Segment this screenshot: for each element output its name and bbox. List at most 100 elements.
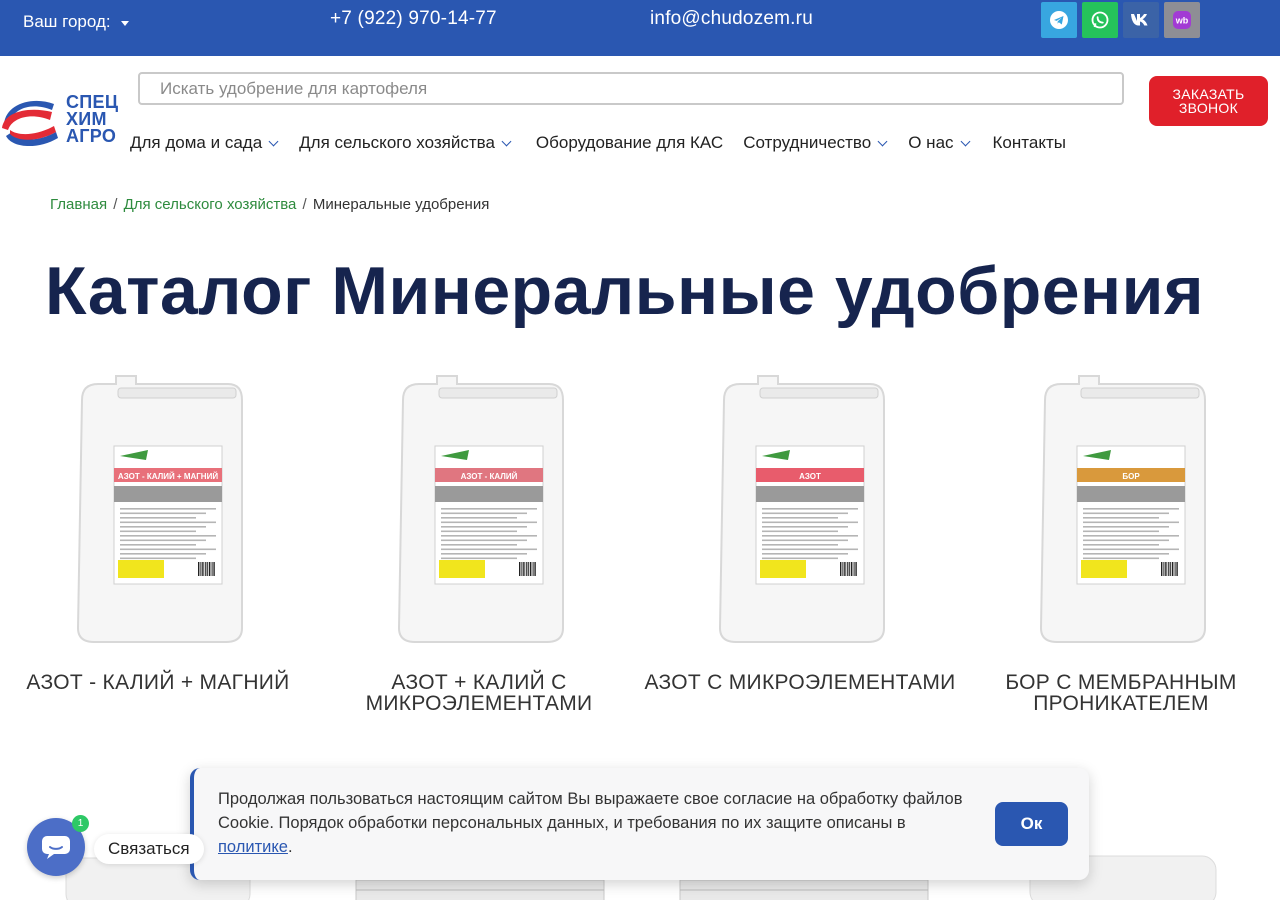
label-barcode-bar (856, 562, 857, 576)
chevron-down-icon (960, 136, 970, 146)
breadcrumb-section[interactable]: Для сельского хозяйства (124, 196, 297, 213)
label-title: АЗОТ (799, 472, 821, 481)
label-text-line (441, 517, 517, 519)
chat-badge: 1 (72, 815, 89, 832)
label-barcode-bar (526, 562, 528, 576)
product-name: БОР С МЕМБРАННЫМ ПРОНИКАТЕЛЕМ (1005, 671, 1237, 715)
label-text-line (762, 521, 858, 524)
nav-item-home-garden[interactable]: Для дома и сада (130, 133, 279, 153)
label-text-line (120, 508, 216, 510)
product-image: АЗОТ (700, 370, 900, 650)
vk-icon[interactable] (1123, 2, 1159, 38)
nav-item-about[interactable]: О нас (908, 133, 970, 153)
nav-item-agriculture[interactable]: Для сельского хозяйства (299, 133, 512, 153)
canister-image: БОР (1039, 375, 1206, 643)
label-text-line (1083, 508, 1179, 510)
label-text-line (762, 548, 858, 551)
logo-line: АГРО (66, 126, 117, 146)
label-barcode-bar (531, 562, 533, 576)
chevron-down-icon (268, 136, 279, 146)
whatsapp-icon[interactable] (1082, 2, 1118, 38)
label-text-line (120, 557, 196, 560)
label-barcode-bar (1164, 562, 1166, 576)
label-barcode-bar (843, 562, 845, 576)
chat-label[interactable]: Связаться (94, 834, 204, 864)
breadcrumb-home[interactable]: Главная (50, 196, 107, 213)
label-text-line (1083, 530, 1159, 533)
canister-image: АЗОТ - КАЛИЙ (397, 375, 564, 643)
label-text-line (441, 521, 537, 524)
label-barcode-bar (203, 562, 205, 576)
phone-link[interactable]: +7 (922) 970-14-77 (330, 8, 497, 30)
order-call-line: ЗАКАЗАТЬ (1172, 86, 1245, 102)
nav-item-kas-equipment[interactable]: Оборудование для КАС (536, 133, 723, 153)
label-barcode-bar (528, 562, 529, 576)
label-text-line (441, 557, 517, 560)
product-card[interactable]: АЗОТ АЗОТ С МИКРОЭЛЕМЕНТАМИ (640, 370, 960, 720)
label-barcode-bar (852, 562, 854, 576)
product-name: АЗОТ + КАЛИЙ С МИКРОЭЛЕМЕНТАМИ (365, 671, 593, 715)
label-barcode-bar (1168, 562, 1170, 576)
label-text-line (1083, 512, 1169, 515)
svg-text:wb: wb (1175, 16, 1189, 26)
label-warning (439, 560, 485, 578)
label-text-line (441, 530, 517, 533)
label-text-line (762, 539, 848, 542)
label-text-line (441, 553, 527, 555)
canister-handle (438, 387, 558, 399)
label-title: АЗОТ - КАЛИЙ + МАГНИЙ (118, 472, 218, 481)
main-nav: Для дома и сада Для сельского хозяйства … (130, 133, 1066, 153)
order-call-button[interactable]: ЗАКАЗАТЬ ЗВОНОК (1149, 76, 1268, 126)
label-text-line (762, 544, 838, 546)
canister-handle (1080, 387, 1200, 399)
telegram-icon[interactable] (1041, 2, 1077, 38)
chat-bubble-icon (42, 836, 70, 859)
wildberries-icon[interactable]: wb (1164, 2, 1200, 38)
label-barcode-bar (850, 562, 852, 576)
label-barcode-bar (205, 562, 207, 576)
canister-handle (759, 387, 879, 399)
label-text-line (762, 557, 838, 560)
label-title: БОР (1122, 472, 1140, 481)
label-text-line (120, 535, 216, 537)
label-text-line (762, 526, 848, 528)
product-card[interactable]: АЗОТ - КАЛИЙ + МАГНИЙ АЗОТ - КАЛИЙ + МАГ… (0, 370, 318, 720)
label-barcode-bar (207, 562, 208, 576)
canister-handle (117, 387, 237, 399)
label-barcode-bar (840, 562, 842, 576)
label-barcode-bar (522, 562, 524, 576)
nav-label: Сотрудничество (743, 133, 872, 152)
label-text-line (1083, 535, 1179, 537)
cookie-policy-link[interactable]: политике (218, 838, 288, 856)
nav-item-cooperation[interactable]: Сотрудничество (743, 133, 888, 153)
product-name: АЗОТ - КАЛИЙ + МАГНИЙ (26, 671, 290, 694)
product-card[interactable]: БОР БОР С МЕМБРАННЫМ ПРОНИКАТЕЛЕМ (961, 370, 1280, 720)
label-barcode-bar (535, 562, 536, 576)
label-text-line (1083, 521, 1179, 524)
label-text-line (120, 553, 206, 555)
breadcrumb-separator: / (113, 196, 118, 213)
canister-image: АЗОТ (718, 375, 885, 643)
product-image: АЗОТ - КАЛИЙ (379, 370, 579, 650)
label-band (435, 486, 543, 502)
label-text-line (1083, 557, 1159, 560)
label-barcode-bar (1166, 562, 1168, 576)
label-barcode-bar (524, 562, 526, 576)
label-barcode-bar (845, 562, 847, 576)
email-link[interactable]: info@chudozem.ru (650, 8, 813, 30)
label-text-line (441, 508, 537, 510)
city-selector[interactable]: Ваш город: (23, 12, 129, 32)
nav-item-contacts[interactable]: Контакты (993, 133, 1066, 153)
cookie-ok-button[interactable]: Ок (995, 802, 1068, 846)
label-text-line (441, 544, 517, 546)
label-text-line (441, 512, 527, 515)
breadcrumb-current: Минеральные удобрения (312, 196, 490, 213)
label-band (756, 486, 864, 502)
product-card[interactable]: АЗОТ - КАЛИЙ АЗОТ + КАЛИЙ С МИКРОЭЛЕМЕНТ… (319, 370, 639, 720)
label-text-line (120, 530, 196, 533)
search-input[interactable] (138, 72, 1124, 105)
label-barcode-bar (198, 562, 200, 576)
chevron-down-icon (877, 136, 888, 146)
label-barcode-bar (841, 562, 843, 576)
product-image: БОР (1021, 370, 1221, 650)
